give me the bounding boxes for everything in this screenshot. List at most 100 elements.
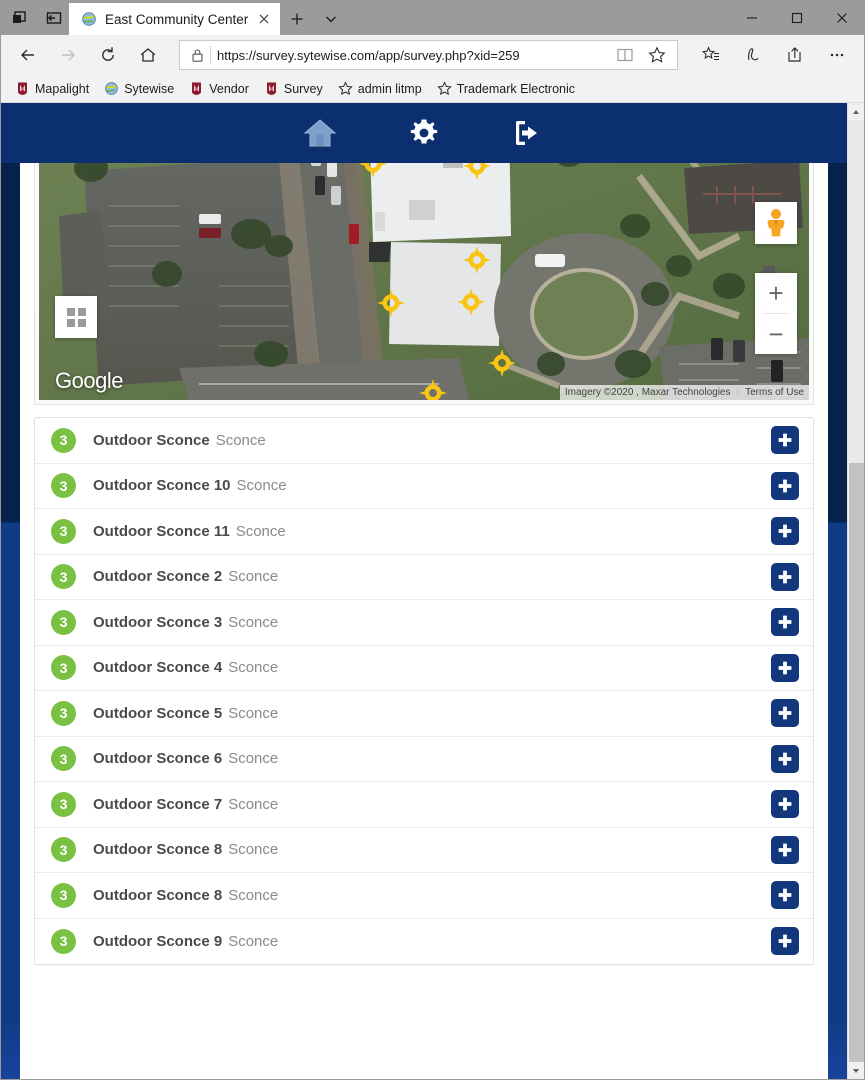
list-item-type: Sconce (215, 431, 266, 449)
page-scrollbar[interactable] (847, 103, 864, 1079)
favorite-item-admin-litmp[interactable]: admin litmp (332, 78, 428, 100)
back-button[interactable] (9, 38, 47, 72)
scrollbar-track-upper[interactable] (848, 120, 864, 463)
map-marker[interactable] (456, 287, 486, 317)
tab-preview-icon[interactable] (11, 9, 29, 27)
map-marker[interactable] (462, 245, 492, 275)
terms-of-use-link[interactable]: Terms of Use (745, 387, 804, 398)
list-item-type: Sconce (236, 477, 287, 495)
add-button[interactable] (771, 835, 799, 864)
logout-icon[interactable] (508, 113, 548, 153)
add-button[interactable] (771, 471, 799, 500)
add-button[interactable] (771, 744, 799, 773)
web-notes-icon[interactable] (734, 39, 772, 71)
list-bottom-spacer (20, 965, 828, 999)
plus-icon (778, 661, 792, 675)
favorite-item-survey[interactable]: Survey (258, 78, 329, 100)
list-item[interactable]: 3 Outdoor Sconce 3 Sconce (35, 600, 813, 646)
gear-icon[interactable] (404, 113, 444, 153)
map-marker[interactable] (376, 288, 406, 318)
plus-icon (778, 888, 792, 902)
zoom-out-button[interactable]: − (755, 314, 797, 354)
survey-page: Google + − Imagery ©2020 , Maxar Technol… (1, 103, 847, 1079)
street-view-pegman-button[interactable] (755, 202, 797, 244)
list-item[interactable]: 3 Outdoor Sconce Sconce (35, 418, 813, 464)
list-item-name: Outdoor Sconce 5 (93, 704, 223, 722)
list-item[interactable]: 3 Outdoor Sconce 8 Sconce (35, 873, 813, 919)
list-item-name: Outdoor Sconce 6 (93, 750, 223, 768)
m-shield-icon (189, 81, 204, 96)
map-type-control-button[interactable] (55, 296, 97, 338)
star-icon[interactable] (643, 42, 671, 68)
forward-button[interactable] (49, 38, 87, 72)
home-button[interactable] (129, 38, 167, 72)
browser-tab-active[interactable]: East Community Center (69, 3, 281, 35)
refresh-button[interactable] (89, 38, 127, 72)
share-icon[interactable] (776, 39, 814, 71)
favorites-hub-icon[interactable] (692, 39, 730, 71)
add-button[interactable] (771, 881, 799, 910)
maximize-button[interactable] (774, 1, 819, 35)
address-toolbar: https://survey.sytewise.com/app/survey.p… (1, 35, 864, 75)
list-item[interactable]: 3 Outdoor Sconce 8 Sconce (35, 828, 813, 873)
add-button[interactable] (771, 608, 799, 637)
scroll-up-arrow-icon[interactable] (848, 103, 864, 120)
new-tab-button[interactable] (280, 3, 314, 35)
list-item[interactable]: 3 Outdoor Sconce 11 Sconce (35, 509, 813, 555)
favorite-item-vendor[interactable]: Vendor (183, 78, 255, 100)
scrollbar-thumb[interactable] (849, 463, 864, 1062)
tab-title: East Community Center (105, 11, 249, 27)
list-item[interactable]: 3 Outdoor Sconce 4 Sconce (35, 646, 813, 691)
list-item[interactable]: 3 Outdoor Sconce 9 Sconce (35, 919, 813, 965)
sytewise-globe-icon (81, 11, 97, 27)
favorite-item-trademark-electronic[interactable]: Trademark Electronic (431, 78, 581, 100)
tab-list-chevron-down-icon[interactable] (314, 3, 348, 35)
address-url-text[interactable]: https://survey.sytewise.com/app/survey.p… (217, 48, 611, 63)
add-button[interactable] (771, 927, 799, 956)
favorite-label: Mapalight (35, 81, 90, 96)
list-item-type: Sconce (228, 704, 279, 722)
page-viewport: Google + − Imagery ©2020 , Maxar Technol… (1, 103, 864, 1079)
list-item[interactable]: 3 Outdoor Sconce 6 Sconce (35, 737, 813, 782)
status-badge: 3 (51, 609, 76, 635)
plus-icon (778, 479, 792, 493)
grid-icon (66, 307, 86, 327)
plus-icon (778, 752, 792, 766)
add-button[interactable] (771, 517, 799, 546)
list-item-name: Outdoor Sconce 3 (93, 613, 223, 631)
minimize-button[interactable] (729, 1, 774, 35)
status-badge: 3 (51, 882, 76, 908)
add-button[interactable] (771, 426, 799, 455)
home-icon[interactable] (300, 113, 340, 153)
status-badge: 3 (51, 655, 76, 681)
address-bar[interactable]: https://survey.sytewise.com/app/survey.p… (179, 40, 678, 70)
list-item[interactable]: 3 Outdoor Sconce 7 Sconce (35, 782, 813, 828)
list-item[interactable]: 3 Outdoor Sconce 10 Sconce (35, 464, 813, 509)
book-icon[interactable] (611, 42, 639, 68)
set-aside-tabs-icon[interactable] (45, 9, 63, 27)
add-button[interactable] (771, 653, 799, 682)
list-item[interactable]: 3 Outdoor Sconce 5 Sconce (35, 691, 813, 737)
scroll-down-arrow-icon[interactable] (848, 1062, 864, 1079)
close-icon[interactable] (256, 11, 272, 27)
map-marker[interactable] (418, 378, 448, 400)
status-badge: 3 (51, 700, 76, 726)
list-item-name: Outdoor Sconce 9 (93, 932, 223, 950)
plus-icon (778, 843, 792, 857)
map-marker[interactable] (487, 348, 517, 378)
plus-icon (778, 934, 792, 948)
list-item-type: Sconce (228, 932, 279, 950)
close-window-button[interactable] (819, 1, 864, 35)
status-badge: 3 (51, 837, 76, 863)
favorite-item-sytewise[interactable]: Sytewise (98, 78, 180, 100)
add-button[interactable] (771, 699, 799, 728)
list-item[interactable]: 3 Outdoor Sconce 2 Sconce (35, 555, 813, 600)
map-zoom-controls: + − (755, 273, 797, 354)
favorite-item-mapalight[interactable]: Mapalight (9, 78, 95, 100)
zoom-in-button[interactable]: + (755, 273, 797, 313)
add-button[interactable] (771, 790, 799, 819)
map-attribution: Imagery ©2020 , Maxar Technologies | Ter… (559, 385, 809, 400)
settings-more-icon[interactable] (818, 39, 856, 71)
address-divider (210, 46, 211, 64)
add-button[interactable] (771, 562, 799, 591)
